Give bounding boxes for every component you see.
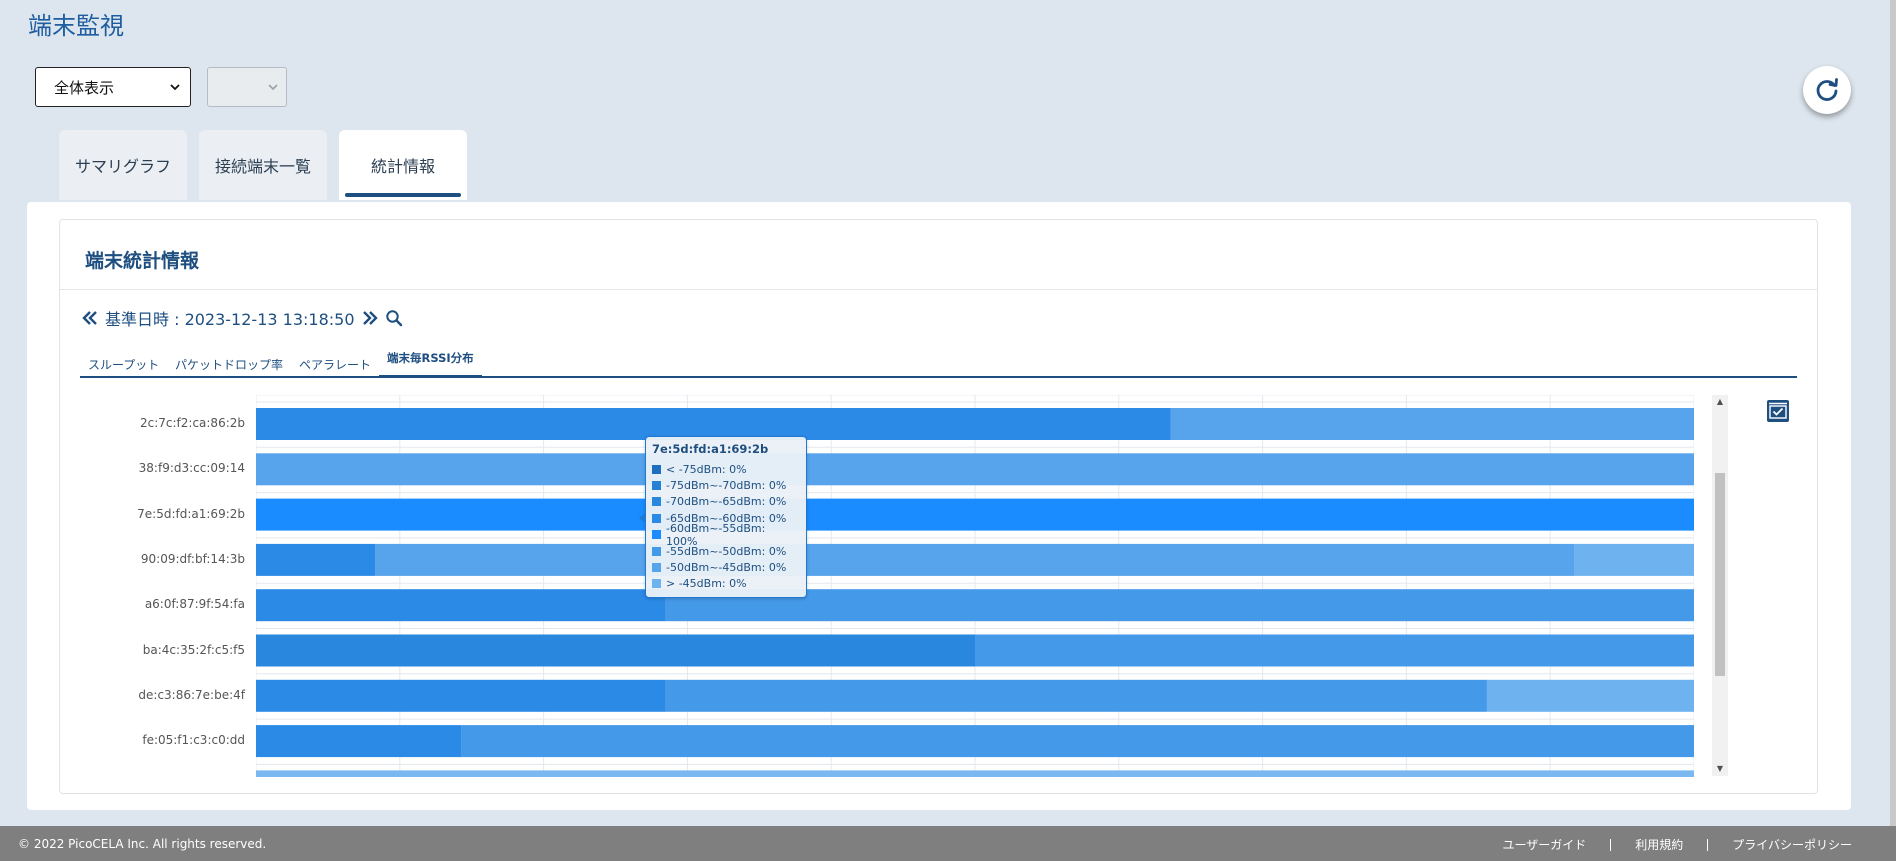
y-axis-label: 7e:5d:fd:a1:69:2b [137, 506, 245, 521]
page-scrollbar[interactable] [1890, 0, 1896, 826]
tab-summary-graph[interactable]: サマリグラフ [59, 130, 187, 200]
bar-segment[interactable] [256, 543, 376, 576]
y-axis-label: a6:0f:87:9f:54:fa [144, 597, 245, 612]
card-title: 端末統計情報 [85, 250, 200, 272]
bar-segment[interactable] [665, 589, 1694, 622]
refresh-button[interactable] [1803, 66, 1851, 114]
bar-segment[interactable] [975, 634, 1694, 667]
y-axis-label: de:c3:86:7e:be:4f [138, 687, 245, 702]
footer: © 2022 PicoCELA Inc. All rights reserved… [0, 826, 1896, 861]
bar-segment[interactable] [256, 589, 666, 622]
tab-label: サマリグラフ [74, 157, 171, 176]
tooltip-row: -75dBm~-70dBm: 0% [652, 477, 800, 493]
refresh-icon [1816, 78, 1838, 101]
tooltip-row-label: -70dBm~-65dBm: 0% [666, 495, 787, 509]
legend-swatch [652, 546, 661, 556]
y-axis-label: fe:05:f1:c3:c0:dd [142, 733, 245, 748]
tab-connected-devices[interactable]: 接続端末一覧 [199, 130, 327, 200]
legend-swatch [652, 464, 661, 474]
legend-swatch [652, 497, 661, 507]
y-axis-label: 2c:7c:f2:ca:86:2b [139, 416, 245, 430]
bar-segment[interactable] [461, 725, 1694, 758]
subtab-rssi-distribution[interactable]: 端末毎RSSI分布 [379, 348, 482, 378]
tooltip-row: -70dBm~-65dBm: 0% [652, 494, 800, 510]
tooltip-row-label: > -45dBm: 0% [666, 577, 747, 591]
chevron-down-icon [170, 84, 180, 91]
bar-segment[interactable] [256, 679, 666, 712]
bar-segment[interactable] [256, 634, 975, 667]
tooltip-row: > -45dBm: 0% [652, 576, 800, 592]
tooltip-row: -60dBm~-55dBm: 100% [652, 522, 800, 548]
stats-subtabs: スループット パケットドロップ率 ペアラレート 端末毎RSSI分布 [80, 348, 1797, 378]
date-navigator: 基準日時 : 2023-12-13 13:18:50 [81, 306, 403, 330]
subtab-pair-rate[interactable]: ペアラレート [299, 356, 371, 378]
scroll-up-arrow-icon[interactable]: ▲ [1712, 395, 1728, 409]
chart-tooltip: 7e:5d:fd:a1:69:2b < -75dBm: 0% -75dBm~-70… [639, 436, 807, 598]
subtab-throughput[interactable]: スループット [88, 356, 159, 378]
display-mode-value: 全体表示 [54, 78, 115, 97]
display-mode-select[interactable]: 全体表示 [35, 67, 191, 107]
bar-segment[interactable] [1170, 408, 1694, 440]
tooltip-row-label: -75dBm~-70dBm: 0% [666, 479, 787, 493]
footer-link-user-guide[interactable]: ユーザーガイド [1478, 836, 1610, 853]
y-axis-label: 38:f9:d3:cc:09:14 [138, 461, 245, 476]
legend-swatch [652, 563, 661, 573]
legend-swatch [652, 579, 661, 589]
tooltip-row-label: < -75dBm: 0% [666, 462, 747, 476]
footer-links: ユーザーガイド 利用規約 プライバシーポリシー [1478, 836, 1876, 853]
rssi-chart [256, 395, 1694, 777]
bar-segment[interactable] [1574, 543, 1694, 576]
sub-filter-select[interactable] [207, 67, 287, 107]
copyright-text: © 2022 PicoCELA Inc. All rights reserved… [18, 837, 267, 851]
bar-segment[interactable] [256, 725, 462, 758]
tab-label: 統計情報 [370, 157, 435, 176]
bar-segment[interactable] [256, 770, 1694, 777]
tooltip-row: -50dBm~-45dBm: 0% [652, 559, 800, 575]
scroll-down-arrow-icon[interactable]: ▼ [1712, 762, 1728, 776]
search-icon[interactable] [385, 309, 403, 327]
legend-swatch [652, 530, 661, 540]
tooltip-title: 7e:5d:fd:a1:69:2b [652, 442, 769, 456]
double-chevron-left-icon[interactable] [81, 310, 99, 326]
tab-statistics[interactable]: 統計情報 [339, 130, 467, 200]
chart-scrollbar[interactable]: ▲ ▼ [1712, 395, 1728, 776]
subtab-packet-drop[interactable]: パケットドロップ率 [175, 356, 283, 378]
legend-swatch [652, 513, 661, 523]
tooltip-row-label: -55dBm~-50dBm: 0% [666, 544, 787, 558]
double-chevron-right-icon[interactable] [361, 310, 379, 326]
page-title: 端末監視 [28, 12, 124, 40]
footer-link-privacy[interactable]: プライバシーポリシー [1708, 836, 1876, 853]
tooltip-row: < -75dBm: 0% [652, 461, 800, 477]
bar-segment[interactable] [375, 543, 1575, 576]
check-box-icon[interactable] [1767, 400, 1789, 422]
footer-link-terms[interactable]: 利用規約 [1611, 836, 1707, 853]
chevron-down-icon [268, 84, 278, 91]
reference-datetime: 基準日時 : 2023-12-13 13:18:50 [105, 310, 355, 329]
y-axis-label: ba:4c:35:2f:c5:f5 [142, 642, 245, 657]
tooltip-row-label: -50dBm~-45dBm: 0% [666, 561, 787, 575]
tooltip-row: -55dBm~-50dBm: 0% [652, 543, 800, 559]
bar-segment[interactable] [1486, 679, 1694, 712]
bar-segment[interactable] [665, 679, 1487, 712]
scroll-thumb[interactable] [1715, 473, 1725, 676]
bar-segment[interactable] [256, 498, 1694, 531]
tab-label: 接続端末一覧 [214, 157, 311, 176]
y-axis-label: 90:09:df:bf:14:3b [140, 551, 245, 566]
legend-swatch [652, 481, 661, 491]
card-header: 端末統計情報 [60, 220, 1817, 290]
bar-segment[interactable] [256, 453, 1694, 486]
